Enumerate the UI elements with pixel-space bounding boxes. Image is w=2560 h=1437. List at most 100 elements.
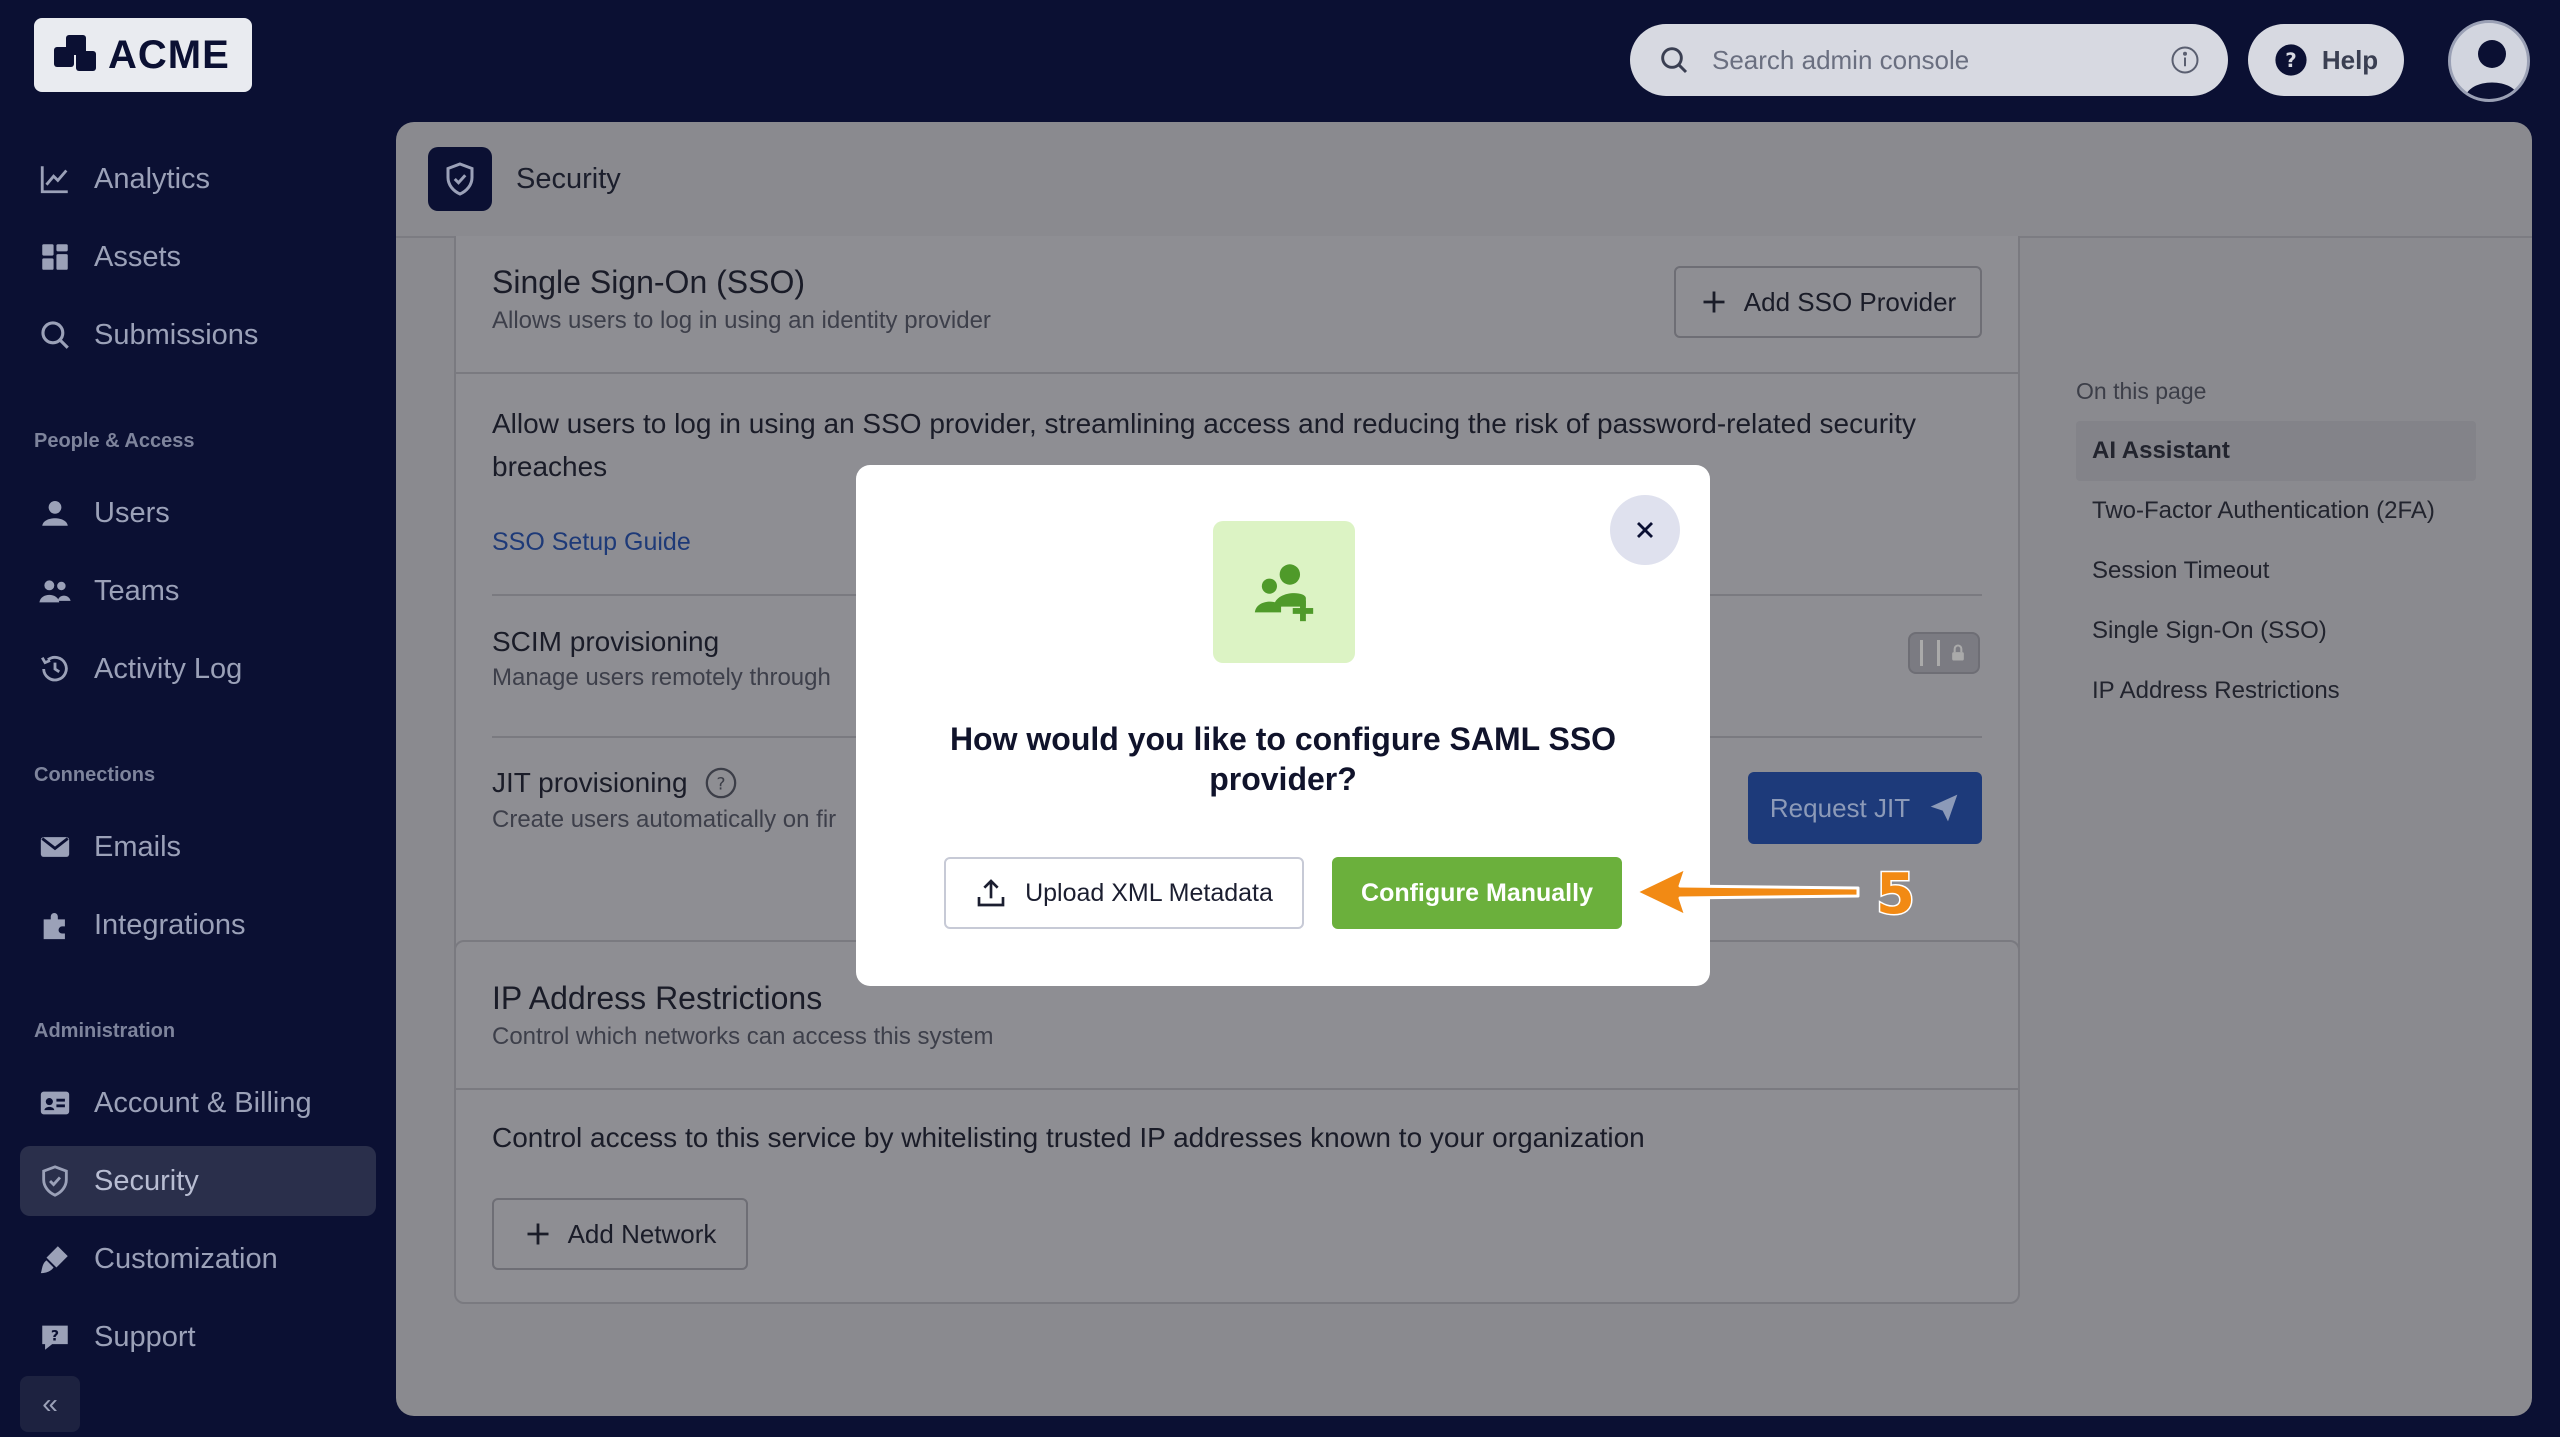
sidebar-item-security[interactable]: Security xyxy=(20,1146,376,1216)
sidebar-item-emails[interactable]: Emails xyxy=(20,812,376,882)
page-shield-badge xyxy=(428,147,492,211)
sso-title: Single Sign-On (SSO) xyxy=(492,264,806,300)
shield-icon xyxy=(446,162,474,196)
ip-restrictions-card: IP Address Restrictions Control which ne… xyxy=(454,940,2020,1304)
request-jit-button[interactable]: Request JIT xyxy=(1748,772,1982,844)
svg-text:?: ? xyxy=(51,1329,59,1345)
users-group-icon xyxy=(39,580,71,603)
sso-subtitle: Allows users to log in using an identity… xyxy=(492,307,991,334)
add-network-button[interactable]: Add Network xyxy=(492,1198,748,1270)
page-title: Security xyxy=(516,162,621,195)
sidebar-item-label: Account & Billing xyxy=(94,1086,312,1119)
sidebar-item-submissions[interactable]: Submissions xyxy=(20,300,376,370)
sidebar-item-label: Integrations xyxy=(94,908,246,941)
sidebar-item-label: Teams xyxy=(94,574,180,607)
collapse-sidebar-button[interactable]: « xyxy=(20,1376,80,1432)
upload-icon xyxy=(977,879,1005,907)
nav-section-connections: Connections xyxy=(34,764,156,786)
sidebar-item-label: Users xyxy=(94,496,170,529)
sidebar-item-label: Customization xyxy=(94,1242,278,1275)
info-icon[interactable] xyxy=(2170,45,2200,75)
question-circle-icon: ? xyxy=(2275,44,2307,76)
toc-item-sso[interactable]: Single Sign-On (SSO) xyxy=(2076,601,2476,661)
sso-setup-guide-link[interactable]: SSO Setup Guide xyxy=(492,528,691,557)
configure-saml-modal: How would you like to configure SAML SSO… xyxy=(856,465,1710,986)
divider xyxy=(456,372,2018,374)
toc-item-ai-assistant[interactable]: AI Assistant xyxy=(2076,421,2476,481)
history-icon xyxy=(41,655,68,682)
sidebar-item-customization[interactable]: Customization xyxy=(20,1224,376,1294)
shield-icon xyxy=(42,1165,68,1197)
help-button[interactable]: ? Help xyxy=(2248,24,2404,96)
help-label: Help xyxy=(2321,44,2379,75)
upload-xml-metadata-button[interactable]: Upload XML Metadata xyxy=(944,857,1304,929)
request-jit-label: Request JIT xyxy=(1769,792,1911,823)
user-add-icon xyxy=(1254,564,1314,622)
configure-manually-button[interactable]: Configure Manually xyxy=(1332,857,1622,929)
search-bar[interactable] xyxy=(1630,24,2228,96)
sidebar-item-activity-log[interactable]: Activity Log xyxy=(20,634,376,704)
toc-item-session-timeout[interactable]: Session Timeout xyxy=(2076,541,2476,601)
toc-item-2fa[interactable]: Two-Factor Authentication (2FA) xyxy=(2076,481,2476,541)
ip-description: Control access to this service by whitel… xyxy=(492,1122,1645,1153)
toc-heading: On this page xyxy=(2076,378,2207,404)
scim-toggle[interactable] xyxy=(1908,632,1980,674)
search-icon xyxy=(41,321,69,349)
sidebar-item-analytics[interactable]: Analytics xyxy=(20,144,376,214)
on-this-page-nav: On this page AI Assistant Two-Factor Aut… xyxy=(2076,378,2476,721)
svg-text:?: ? xyxy=(2285,49,2297,72)
toggle-grip-icon xyxy=(1920,640,1940,666)
sidebar-item-teams[interactable]: Teams xyxy=(20,556,376,626)
user-icon xyxy=(2465,40,2519,99)
sidebar-item-label: Security xyxy=(94,1164,199,1197)
nav-section-administration: Administration xyxy=(34,1020,176,1042)
acme-logo-icon xyxy=(54,33,98,77)
user-icon xyxy=(42,500,68,526)
sidebar-item-label: Emails xyxy=(94,830,182,863)
brand-name: ACME xyxy=(108,32,230,77)
sidebar-item-integrations[interactable]: Integrations xyxy=(20,890,376,960)
sidebar-item-users[interactable]: Users xyxy=(20,478,376,548)
jit-title: JIT provisioning xyxy=(492,767,688,798)
upload-xml-label: Upload XML Metadata xyxy=(1025,878,1273,907)
sidebar-item-label: Assets xyxy=(94,240,182,273)
divider xyxy=(456,1088,2018,1090)
page-header: Security xyxy=(396,122,2532,238)
user-avatar[interactable] xyxy=(2448,20,2530,102)
close-modal-button[interactable] xyxy=(1610,495,1680,565)
search-input[interactable] xyxy=(1712,44,2148,76)
jit-subtitle: Create users automatically on fir xyxy=(492,806,837,833)
help-circle-icon[interactable]: ? xyxy=(704,766,738,800)
plus-icon xyxy=(527,1223,549,1245)
sidebar-item-support[interactable]: ? Support xyxy=(20,1302,376,1372)
send-icon xyxy=(1930,794,1958,822)
sidebar-item-assets[interactable]: Assets xyxy=(20,222,376,292)
ip-subtitle: Control which networks can access this s… xyxy=(492,1023,994,1050)
acme-logo[interactable]: ACME xyxy=(34,18,252,92)
support-chat-icon: ? xyxy=(42,1325,68,1350)
puzzle-icon xyxy=(43,912,65,940)
nav-section-people: People & Access xyxy=(34,430,195,452)
toc-item-ip-restrictions[interactable]: IP Address Restrictions xyxy=(2076,661,2476,721)
modal-icon-badge xyxy=(1213,521,1355,663)
close-icon xyxy=(1637,522,1653,538)
id-card-icon xyxy=(40,1091,70,1115)
plus-icon xyxy=(1703,291,1725,313)
sidebar-item-account-billing[interactable]: Account & Billing xyxy=(20,1068,376,1138)
sidebar-item-label: Activity Log xyxy=(94,652,243,685)
callout-arrow-icon xyxy=(1636,866,1860,918)
add-network-label: Add Network xyxy=(567,1218,717,1249)
grid-icon xyxy=(42,244,68,270)
add-sso-provider-button[interactable]: Add SSO Provider xyxy=(1674,266,1982,338)
add-sso-provider-label: Add SSO Provider xyxy=(1743,286,1957,317)
modal-title: How would you like to configure SAML SSO… xyxy=(949,721,1617,797)
scim-title: SCIM provisioning xyxy=(492,626,720,657)
callout-step-number: 5 xyxy=(1875,861,1917,929)
chart-line-icon xyxy=(40,166,68,194)
sidebar-item-label: Support xyxy=(94,1320,196,1353)
search-icon xyxy=(1661,47,1688,74)
lock-icon xyxy=(1952,644,1964,661)
svg-text:?: ? xyxy=(716,774,725,794)
sidebar-item-label: Submissions xyxy=(94,318,259,351)
sidebar-item-label: Analytics xyxy=(94,162,211,195)
